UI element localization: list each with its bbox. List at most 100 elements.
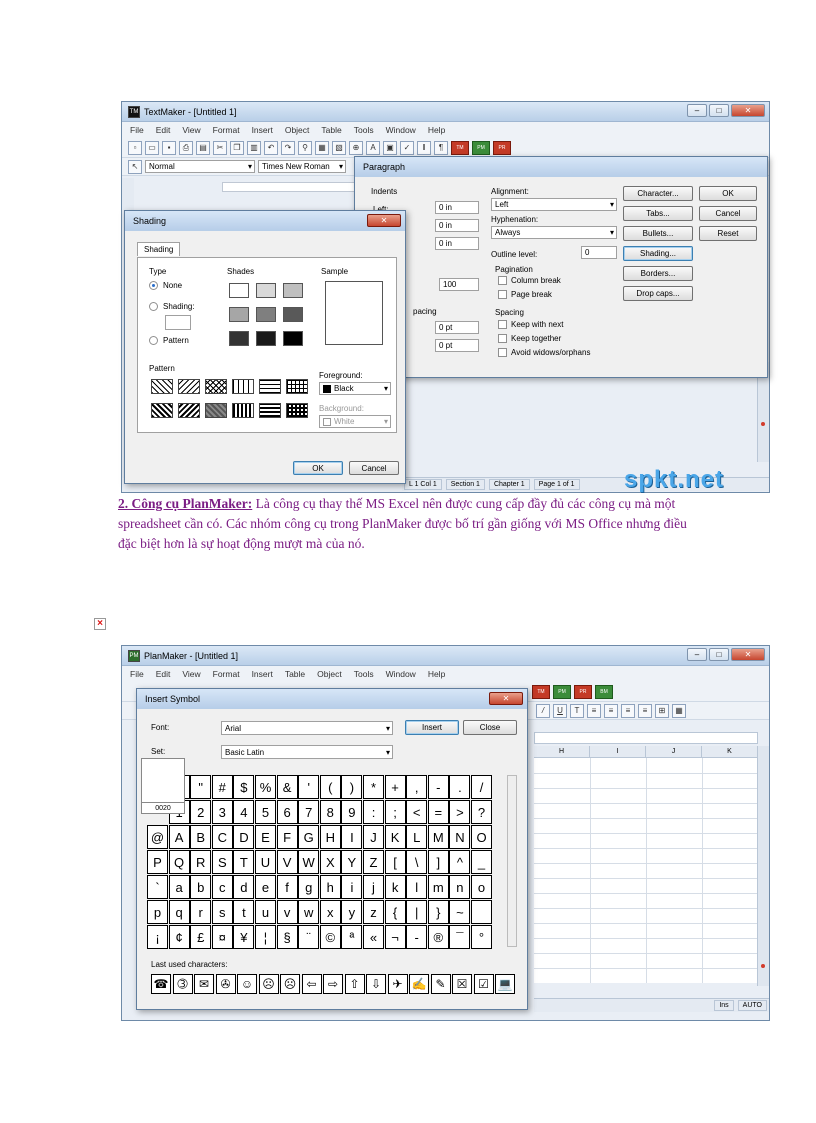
symbol-cell[interactable]: B (190, 825, 212, 849)
symbol-cell[interactable]: - (427, 775, 449, 799)
shading-percent-field[interactable] (165, 315, 191, 330)
symbol-cell[interactable]: x (319, 900, 341, 924)
last-used-cell[interactable]: 💻 (495, 974, 515, 994)
menu-item-tools[interactable]: Tools (354, 125, 374, 135)
symbol-cell[interactable]: M (427, 825, 449, 849)
symbol-cell[interactable]: v (276, 900, 298, 924)
symbol-cell[interactable]: # (211, 775, 233, 799)
hyphenation-combo[interactable]: Always (491, 226, 617, 239)
close-button[interactable]: Close (463, 720, 517, 735)
vertical-scrollbar[interactable] (757, 746, 769, 986)
symbol-cell[interactable]: \ (406, 850, 428, 874)
print-icon[interactable]: ⎙ (179, 140, 193, 155)
symbol-cell[interactable]: § (276, 925, 298, 949)
column-break-checkbox[interactable] (498, 276, 507, 285)
symbol-cell[interactable]: / (471, 775, 492, 799)
paste-icon[interactable]: ▥ (247, 140, 261, 155)
symbol-cell[interactable]: L (406, 825, 428, 849)
last-used-cell[interactable]: ✈ (387, 974, 408, 994)
shade-swatch[interactable] (229, 307, 249, 322)
type-shading-radio[interactable] (149, 302, 158, 311)
menu-item-window[interactable]: Window (386, 125, 416, 135)
tabs-button[interactable]: Tabs... (623, 206, 693, 221)
borders-icon[interactable]: ▦ (672, 703, 686, 718)
symbol-cell[interactable]: ~ (449, 900, 471, 924)
symbol-cell[interactable]: ' (298, 775, 320, 799)
symbol-cell[interactable]: , (406, 775, 428, 799)
save-icon[interactable]: ▪ (162, 140, 176, 155)
symbol-cell[interactable]: ¯ (449, 925, 471, 949)
paragraph-marks-icon[interactable]: ¶ (434, 140, 448, 155)
menu-item-file[interactable]: File (130, 125, 144, 135)
close-icon[interactable]: ✕ (489, 692, 523, 705)
minimize-icon[interactable]: – (687, 648, 707, 661)
last-used-cell[interactable]: ⇧ (344, 974, 365, 994)
last-used-cell[interactable]: ✍ (409, 974, 429, 994)
maximize-icon[interactable]: □ (709, 104, 729, 117)
symbol-cell[interactable]: E (255, 825, 276, 849)
symbol-scrollbar[interactable] (507, 775, 517, 947)
last-used-cell[interactable]: ✇ (215, 974, 236, 994)
minimize-icon[interactable]: – (687, 104, 707, 117)
keep-together-checkbox[interactable] (498, 334, 507, 343)
column-header[interactable]: J (646, 746, 702, 757)
pattern-swatch[interactable] (232, 403, 254, 418)
symbol-cell[interactable]: ` (147, 875, 168, 899)
find-icon[interactable]: ⚲ (298, 140, 312, 155)
symbol-cell[interactable]: j (363, 875, 384, 899)
symbol-cell[interactable]: ¦ (255, 925, 276, 949)
menu-item-object[interactable]: Object (317, 669, 342, 679)
shade-swatch[interactable] (256, 331, 276, 346)
symbol-cell[interactable]: Y (341, 850, 363, 874)
symbol-cell[interactable]: [ (384, 850, 406, 874)
last-used-cell[interactable]: ➂ (172, 974, 193, 994)
shading-tab[interactable]: Shading (137, 242, 181, 256)
pattern-swatch[interactable] (259, 379, 281, 394)
symbol-cell[interactable]: _ (471, 850, 492, 874)
symbol-cell[interactable]: 3 (211, 800, 233, 824)
shading-button[interactable]: Shading... (623, 246, 693, 261)
bullets-button[interactable]: Bullets... (623, 226, 693, 241)
foreground-combo[interactable]: Black (319, 382, 391, 395)
menu-item-table[interactable]: Table (285, 669, 305, 679)
symbol-cell[interactable]: « (363, 925, 384, 949)
symbol-cell[interactable]: h (319, 875, 341, 899)
page-break-checkbox[interactable] (498, 290, 507, 299)
symbol-cell[interactable]: u (255, 900, 276, 924)
symbol-cell[interactable] (471, 900, 492, 924)
symbol-cell[interactable]: ¬ (384, 925, 406, 949)
close-icon[interactable]: ✕ (731, 648, 765, 661)
close-icon[interactable]: ✕ (367, 214, 401, 227)
type-none-radio[interactable] (149, 281, 158, 290)
menu-item-format[interactable]: Format (213, 125, 240, 135)
symbol-cell[interactable]: ? (471, 800, 492, 824)
columns-icon[interactable]: ‖ (417, 140, 431, 155)
symbol-cell[interactable]: r (190, 900, 212, 924)
symbol-cell[interactable]: ¥ (233, 925, 255, 949)
shade-swatch[interactable] (229, 331, 249, 346)
first-line-field[interactable]: 0 in (435, 237, 479, 250)
zoom-icon[interactable]: ⊕ (349, 140, 363, 155)
symbol-cell[interactable]: ; (384, 800, 406, 824)
shade-swatch[interactable] (283, 331, 303, 346)
symbol-cell[interactable]: X (319, 850, 341, 874)
symbol-cell[interactable]: & (276, 775, 298, 799)
symbol-cell[interactable]: @ (147, 825, 168, 849)
symbol-cell[interactable]: Z (363, 850, 384, 874)
outline-level-field[interactable]: 0 (581, 246, 617, 259)
redo-icon[interactable]: ↷ (281, 140, 295, 155)
symbol-cell[interactable]: z (363, 900, 384, 924)
symbol-cell[interactable]: " (190, 775, 212, 799)
symbol-cell[interactable]: ( (319, 775, 341, 799)
shading-cancel-button[interactable]: Cancel (349, 461, 399, 475)
open-folder-icon[interactable]: ▭ (145, 140, 159, 155)
symbol-cell[interactable]: m (427, 875, 449, 899)
symbol-cell[interactable]: W (298, 850, 320, 874)
left-indent-field[interactable]: 0 in (435, 201, 479, 214)
menu-item-view[interactable]: View (182, 125, 200, 135)
symbol-cell[interactable]: o (471, 875, 492, 899)
alignment-combo[interactable]: Left (491, 198, 617, 211)
symbol-cell[interactable]: F (276, 825, 298, 849)
planmaker-icon[interactable]: PM (553, 684, 571, 699)
presentations-icon[interactable]: PR (493, 140, 511, 155)
